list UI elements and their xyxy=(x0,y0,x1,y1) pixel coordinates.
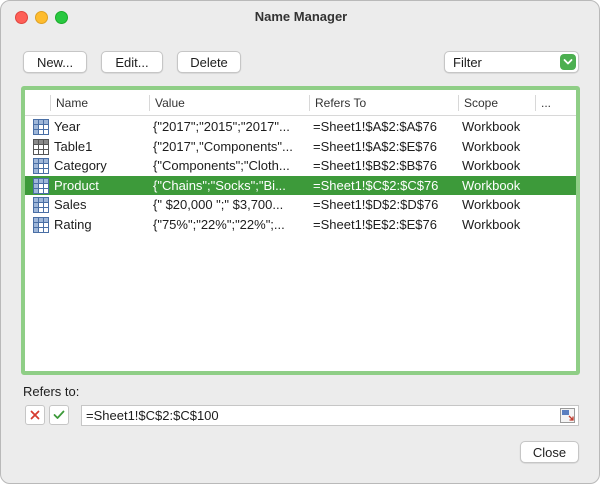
row-scope: Workbook xyxy=(462,119,521,134)
row-value: {"2017";"2015";"2017"... xyxy=(153,119,290,134)
row-name: Rating xyxy=(54,216,92,232)
filter-label: Filter xyxy=(453,55,482,70)
header-refers-to[interactable]: Refers To xyxy=(309,95,458,111)
list-row[interactable]: Table1 {"2017","Components"... =Sheet1!$… xyxy=(25,137,576,157)
list-row[interactable]: Category {"Components";"Cloth... =Sheet1… xyxy=(25,156,576,176)
row-value: {"75%";"22%";"22%";... xyxy=(153,216,285,232)
header-scope[interactable]: Scope xyxy=(458,95,535,111)
refers-to-label: Refers to: xyxy=(23,384,80,399)
list-row[interactable]: Rating {"75%";"22%";"22%";... =Sheet1!$E… xyxy=(25,215,576,235)
list-rows: Year {"2017";"2015";"2017"... =Sheet1!$A… xyxy=(25,117,576,234)
row-refers-to: =Sheet1!$B$2:$B$76 xyxy=(313,158,437,173)
named-range-icon xyxy=(33,216,49,233)
chevron-down-icon xyxy=(560,54,576,70)
filter-dropdown[interactable]: Filter xyxy=(444,51,579,73)
row-refers-to: =Sheet1!$A$2:$A$76 xyxy=(313,119,437,134)
close-button[interactable]: Close xyxy=(520,441,579,463)
refers-to-value: =Sheet1!$C$2:$C$100 xyxy=(86,408,219,423)
row-refers-to: =Sheet1!$A$2:$E$76 xyxy=(313,138,437,154)
edit-button[interactable]: Edit... xyxy=(101,51,163,73)
header-name[interactable]: Name xyxy=(50,95,149,111)
named-range-icon xyxy=(33,197,49,213)
collapse-dialog-icon[interactable] xyxy=(560,408,575,423)
row-scope: Workbook xyxy=(462,158,521,173)
row-name: Table1 xyxy=(54,138,93,154)
checkmark-icon xyxy=(53,410,65,419)
new-button[interactable]: New... xyxy=(23,51,87,73)
row-scope: Workbook xyxy=(462,197,521,212)
header-more[interactable]: ... xyxy=(535,95,560,111)
table-icon xyxy=(33,138,49,155)
row-scope: Workbook xyxy=(462,138,521,154)
row-refers-to: =Sheet1!$C$2:$C$76 xyxy=(313,177,439,193)
delete-button[interactable]: Delete xyxy=(177,51,241,73)
cancel-edit-button[interactable] xyxy=(25,405,45,425)
row-scope: Workbook xyxy=(462,216,521,232)
name-manager-window: Name Manager New... Edit... Delete Filte… xyxy=(0,0,600,484)
row-name: Product xyxy=(54,177,99,193)
confirm-edit-button[interactable] xyxy=(49,405,69,425)
named-range-icon xyxy=(33,119,49,135)
header-value[interactable]: Value xyxy=(149,95,309,111)
list-row-selected[interactable]: Product {"Chains";"Socks";"Bi... =Sheet1… xyxy=(25,175,576,195)
refers-to-input[interactable]: =Sheet1!$C$2:$C$100 xyxy=(81,405,579,426)
list-header: Name Value Refers To Scope ... xyxy=(25,90,576,116)
window-title: Name Manager xyxy=(254,9,348,24)
row-scope: Workbook xyxy=(462,177,521,193)
named-range-icon xyxy=(33,177,49,194)
row-refers-to: =Sheet1!$D$2:$D$76 xyxy=(313,197,439,212)
names-list[interactable]: Name Value Refers To Scope ... Year {"20… xyxy=(21,86,580,375)
row-name: Year xyxy=(54,119,81,134)
cancel-x-icon xyxy=(30,410,40,420)
title-bar: Name Manager xyxy=(1,1,599,35)
row-value: {"Components";"Cloth... xyxy=(153,158,290,173)
row-value: {"2017","Components"... xyxy=(153,138,293,154)
row-name: Sales xyxy=(54,197,87,212)
list-row[interactable]: Year {"2017";"2015";"2017"... =Sheet1!$A… xyxy=(25,117,576,137)
row-value: {" $20,000 ";" $3,700... xyxy=(153,197,284,212)
row-name: Category xyxy=(54,158,107,173)
list-row[interactable]: Sales {" $20,000 ";" $3,700... =Sheet1!$… xyxy=(25,195,576,215)
row-refers-to: =Sheet1!$E$2:$E$76 xyxy=(313,216,437,232)
row-value: {"Chains";"Socks";"Bi... xyxy=(153,177,286,193)
named-range-icon xyxy=(33,158,49,174)
